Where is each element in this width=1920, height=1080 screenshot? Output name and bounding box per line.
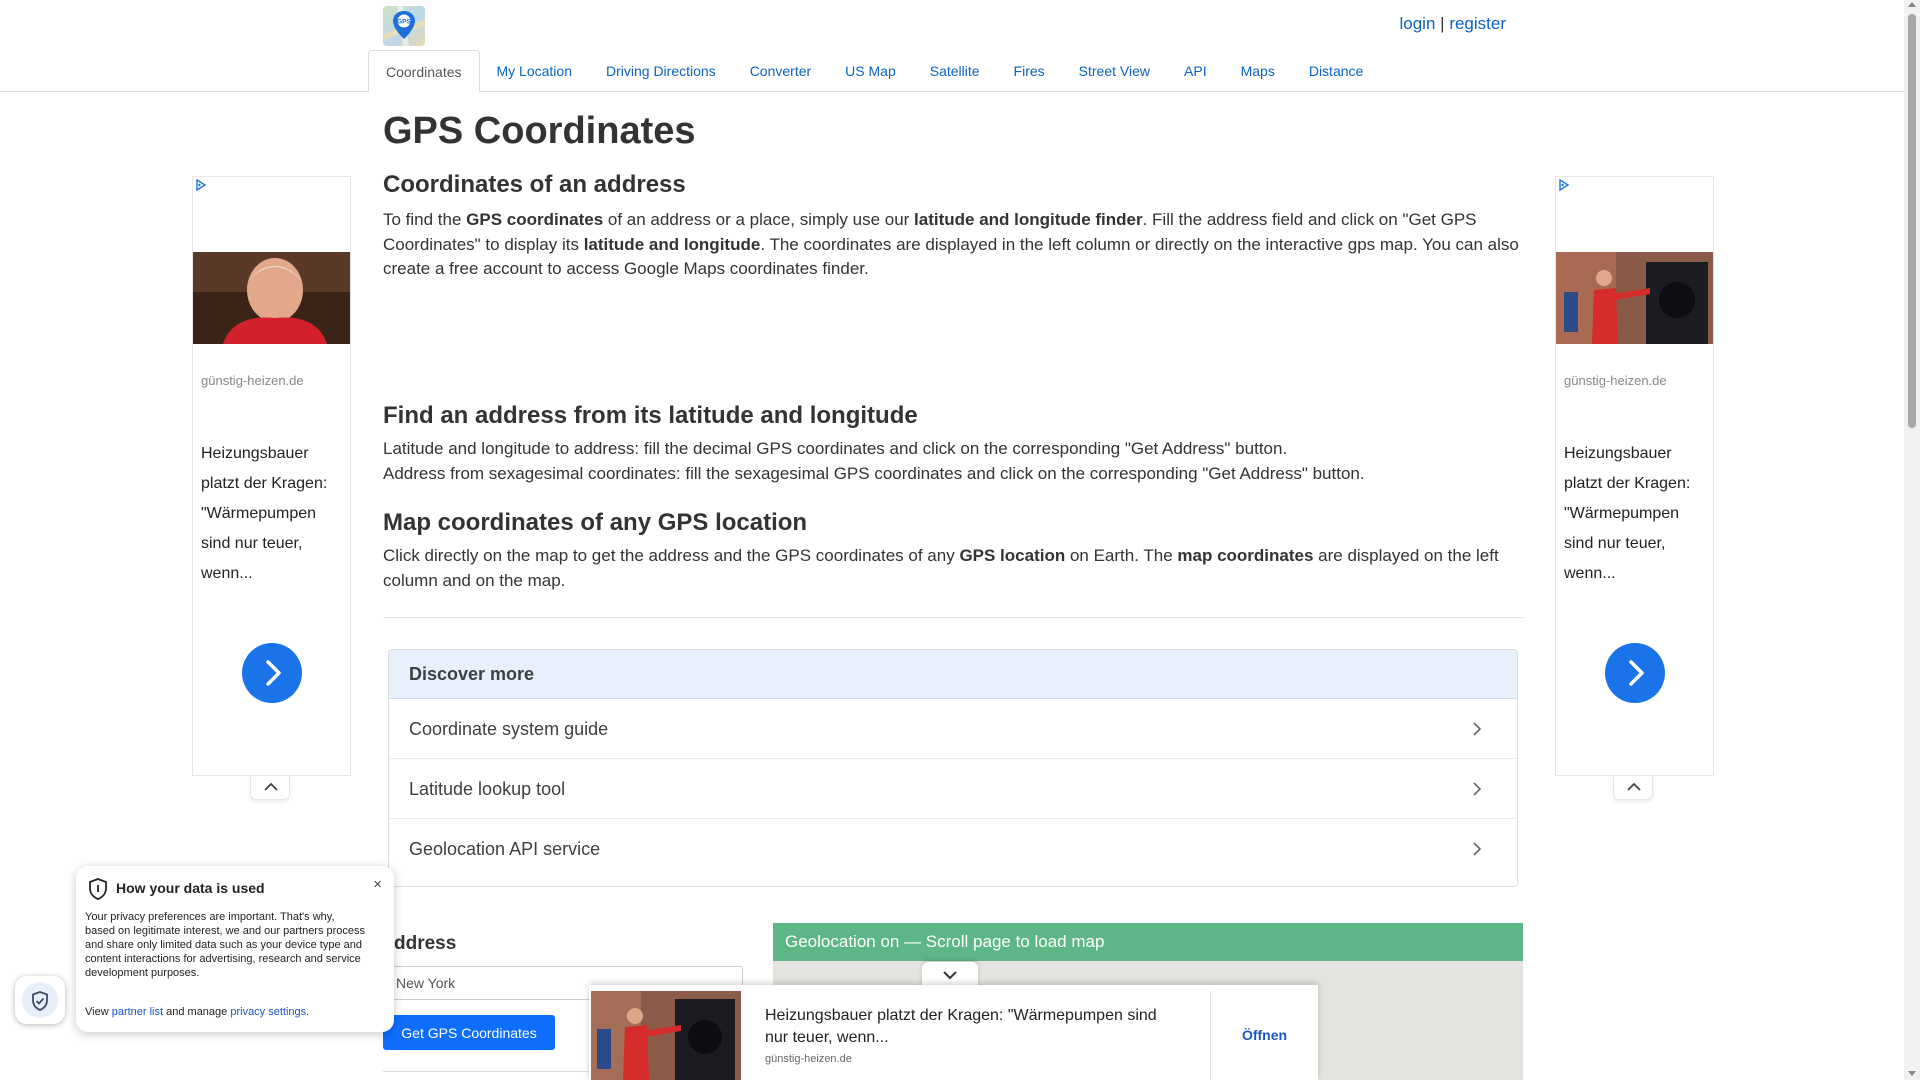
- page-title: GPS Coordinates: [383, 110, 696, 152]
- chevron-right-icon: [1473, 842, 1482, 856]
- tab-api[interactable]: API: [1167, 50, 1224, 92]
- main-content: GPS Coordinates Coordinates of an addres…: [383, 92, 1523, 618]
- chevron-right-icon: [1629, 660, 1644, 686]
- tab-maps[interactable]: Maps: [1224, 50, 1292, 92]
- gps-logo-icon[interactable]: GPS: [383, 6, 425, 46]
- scroll-down-icon[interactable]: [1908, 1071, 1916, 1076]
- map-status-banner: Geolocation on — Scroll page to load map: [773, 923, 1523, 961]
- left-side-ad[interactable]: günstig-heizen.de Heizungsbauer platzt d…: [192, 176, 351, 776]
- section-coordinates-of-address: Coordinates of an address To find the GP…: [383, 170, 1523, 282]
- divider: [383, 617, 1523, 618]
- ad-photo[interactable]: [1556, 252, 1713, 344]
- tab-coordinates[interactable]: Coordinates: [368, 50, 480, 93]
- section-text: Click directly on the map to get the add…: [383, 546, 1499, 590]
- ad-domain: günstig-heizen.de: [201, 373, 304, 388]
- left-ad-collapse-toggle[interactable]: [250, 776, 290, 800]
- get-gps-coordinates-button[interactable]: Get GPS Coordinates: [383, 1015, 555, 1050]
- ad-photo[interactable]: [193, 252, 350, 344]
- tab-street-view[interactable]: Street View: [1062, 50, 1167, 92]
- chevron-up-icon: [264, 782, 278, 791]
- page-scrollbar[interactable]: [1904, 0, 1920, 1080]
- ad-domain: günstig-heizen.de: [765, 1053, 852, 1065]
- shield-check-icon: [32, 991, 48, 1011]
- ad-domain: günstig-heizen.de: [1564, 373, 1667, 388]
- right-side-ad[interactable]: günstig-heizen.de Heizungsbauer platzt d…: [1555, 176, 1714, 776]
- discover-more-panel: Discover more Coordinate system guide La…: [388, 649, 1518, 887]
- section-text: Latitude and longitude to address: fill …: [383, 439, 1365, 483]
- tab-driving-directions[interactable]: Driving Directions: [589, 50, 733, 92]
- tab-satellite[interactable]: Satellite: [913, 50, 997, 92]
- ad-headline[interactable]: Heizungsbauer platzt der Kragen: "Wärmep…: [1564, 439, 1704, 589]
- chevron-right-icon: [266, 660, 281, 686]
- ad-open-button[interactable]: Öffnen: [1211, 991, 1318, 1080]
- register-link[interactable]: register: [1449, 14, 1506, 33]
- tab-distance[interactable]: Distance: [1292, 50, 1380, 92]
- discover-more-heading: Discover more: [389, 650, 1517, 699]
- ad-arrow-button[interactable]: [1605, 643, 1665, 703]
- section-text: To find the GPS coordinates of an addres…: [383, 210, 1519, 278]
- tab-my-location[interactable]: My Location: [480, 50, 589, 92]
- chevron-right-icon: [1473, 722, 1482, 736]
- discover-item-latitude-lookup-tool[interactable]: Latitude lookup tool: [389, 759, 1517, 819]
- site-header: GPS login | register Coordinates My Loca…: [0, 0, 1904, 93]
- ad-arrow-button[interactable]: [242, 643, 302, 703]
- privacy-settings-link[interactable]: privacy settings: [230, 1006, 306, 1018]
- right-ad-collapse-toggle[interactable]: [1613, 776, 1653, 800]
- privacy-body: Your privacy preferences are important. …: [85, 911, 366, 979]
- auth-links: login | register: [1400, 14, 1507, 34]
- privacy-footer: View partner list and manage privacy set…: [85, 1006, 310, 1018]
- section-heading: Map coordinates of any GPS location: [383, 509, 808, 536]
- tab-fires[interactable]: Fires: [997, 50, 1062, 92]
- adchoices-icon[interactable]: [1558, 179, 1570, 191]
- nav-tabs: Coordinates My Location Driving Directio…: [368, 50, 1380, 93]
- chevron-right-icon: [1473, 782, 1482, 796]
- discover-item-geolocation-api-service[interactable]: Geolocation API service: [389, 819, 1517, 879]
- ad-photo[interactable]: [591, 991, 741, 1080]
- auth-separator: |: [1440, 14, 1445, 33]
- login-link[interactable]: login: [1400, 14, 1436, 33]
- ad-headline[interactable]: Heizungsbauer platzt der Kragen: "Wärmep…: [201, 439, 341, 589]
- tab-us-map[interactable]: US Map: [828, 50, 913, 92]
- privacy-title: How your data is used: [116, 880, 265, 896]
- partner-list-link[interactable]: partner list: [112, 1006, 163, 1018]
- privacy-notice: How your data is used × Your privacy pre…: [76, 866, 394, 1032]
- address-label: ddress: [394, 933, 457, 954]
- adchoices-icon[interactable]: [195, 179, 207, 191]
- privacy-settings-button[interactable]: [15, 976, 65, 1024]
- section-map-coordinates: Map coordinates of any GPS location Clic…: [383, 508, 1523, 593]
- section-heading: Find an address from its latitude and lo…: [383, 402, 918, 429]
- close-icon[interactable]: ×: [373, 876, 382, 893]
- discover-item-coordinate-system-guide[interactable]: Coordinate system guide: [389, 699, 1517, 759]
- anchor-ad[interactable]: Heizungsbauer platzt der Kragen: "Wärmep…: [589, 985, 1318, 1080]
- section-find-address: Find an address from its latitude and lo…: [383, 401, 1523, 486]
- logo-text: GPS: [397, 19, 411, 26]
- tab-converter[interactable]: Converter: [733, 50, 828, 92]
- scroll-up-icon[interactable]: [1908, 2, 1916, 7]
- shield-icon: [89, 878, 107, 900]
- chevron-up-icon: [1627, 782, 1641, 791]
- chevron-down-icon: [943, 971, 957, 980]
- ad-headline[interactable]: Heizungsbauer platzt der Kragen: "Wärmep…: [765, 1005, 1165, 1049]
- scrollbar-thumb[interactable]: [1908, 14, 1916, 428]
- section-heading: Coordinates of an address: [383, 171, 686, 198]
